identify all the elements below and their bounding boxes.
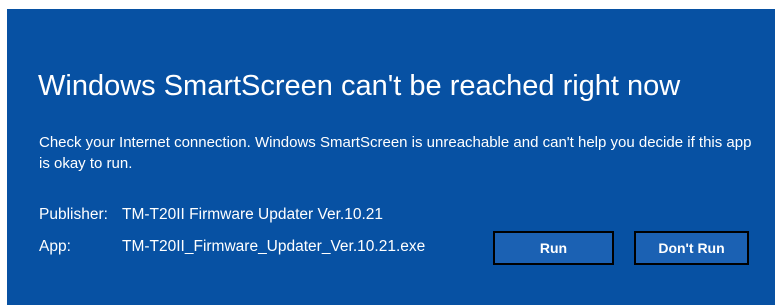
- dont-run-button[interactable]: Don't Run: [634, 231, 749, 265]
- publisher-label: Publisher:: [39, 206, 108, 223]
- publisher-value: TM-T20II Firmware Updater Ver.10.21: [122, 206, 384, 223]
- app-label: App:: [39, 238, 71, 255]
- smartscreen-dialog: Windows SmartScreen can't be reached rig…: [7, 9, 775, 305]
- app-row: App: TM-T20II_Firmware_Updater_Ver.10.21.…: [39, 237, 425, 257]
- publisher-row: Publisher: TM-T20II Firmware Updater Ver.…: [39, 205, 383, 225]
- dialog-title: Windows SmartScreen can't be reached rig…: [38, 70, 681, 102]
- app-value: TM-T20II_Firmware_Updater_Ver.10.21.exe: [122, 238, 426, 255]
- run-button[interactable]: Run: [493, 231, 614, 265]
- run-button-label: Run: [539, 240, 568, 256]
- dont-run-button-label: Don't Run: [658, 240, 725, 256]
- dialog-message: Check your Internet connection. Windows …: [39, 134, 752, 172]
